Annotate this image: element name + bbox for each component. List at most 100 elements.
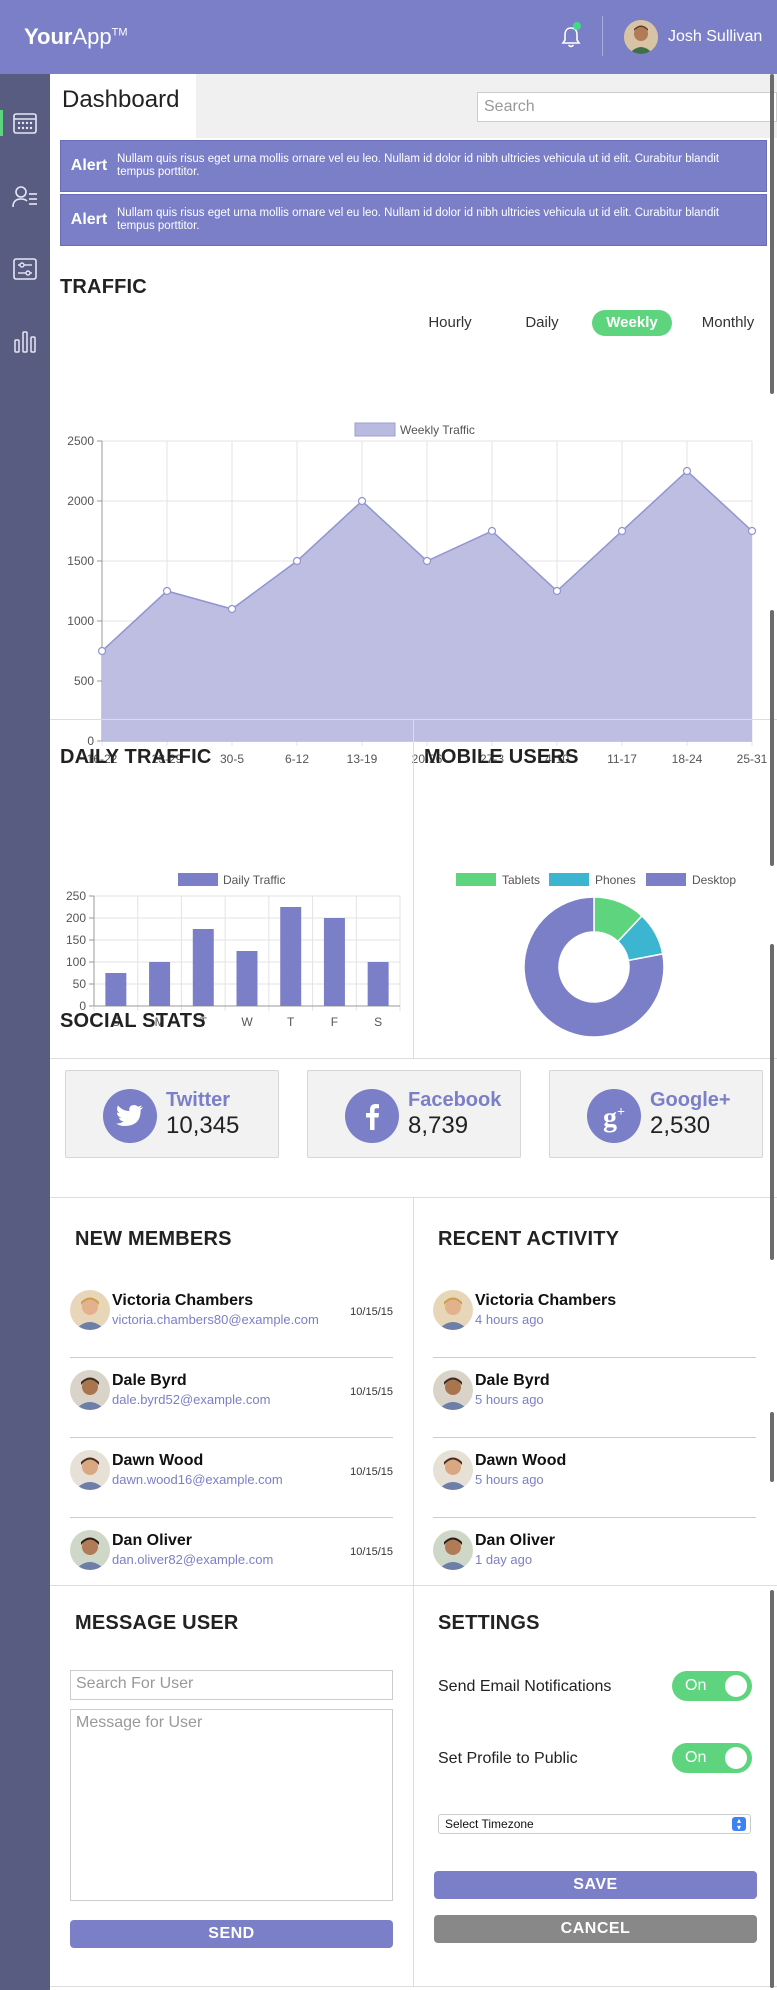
recent-activity-title: RECENT ACTIVITY [438,1228,620,1250]
bar [105,973,127,1006]
row-divider [433,1517,756,1518]
tab-monthly[interactable]: Monthly [690,310,766,336]
social-stats-title: SOCIAL STATS [60,1010,206,1032]
sidebar-item-settings[interactable] [0,244,50,294]
social-name: Google+ [650,1089,731,1111]
member-name: Dan Oliver [475,1532,556,1549]
list-item[interactable]: Dan Oliver dan.oliver82@example.com 10/15/… [70,1520,393,1598]
legend-label: Weekly Traffic [400,423,475,437]
toggle-label: On [685,1749,707,1766]
list-item[interactable]: Dan Oliver 1 day ago [433,1520,756,1598]
weekly-traffic-chart: Weekly Traffic0500100015002000250016-22 2… [67,422,768,764]
scrollbar-thumb[interactable] [770,1412,774,1482]
scrollbar-thumb[interactable] [770,944,774,1260]
new-members-title: NEW MEMBERS [75,1228,232,1250]
sidebar-item-members[interactable] [0,172,50,222]
public-profile-toggle[interactable]: On [672,1743,752,1773]
x-tick-label: 30-5 [220,752,244,764]
email-notifications-label: Send Email Notifications [438,1678,612,1695]
member-name: Dale Byrd [112,1372,187,1389]
bar [149,962,171,1006]
x-tick-label: 18-24 [672,752,703,764]
social-card-google-plus[interactable]: g+ Google+ 2,530 [549,1070,763,1158]
list-item[interactable]: Victoria Chambers victoria.chambers80@exa… [70,1280,393,1358]
twitter-icon [103,1089,157,1143]
social-card-facebook[interactable]: Facebook 8,739 [307,1070,521,1158]
bar [280,907,302,1006]
member-email[interactable]: victoria.chambers80@example.com [112,1312,319,1327]
legend-label: Desktop [692,873,736,887]
data-point [422,556,432,566]
daily-traffic-chart: Daily Traffic050100150200250S M T W T F S [66,873,401,1029]
logo-trademark: TM [111,26,128,39]
member-name: Dawn Wood [112,1452,204,1469]
bar-chart-icon [14,331,36,353]
x-tick-label: S [374,1015,382,1029]
avatar[interactable] [624,20,658,54]
timezone-select[interactable]: Select Timezone ▴ ▾ [438,1814,751,1834]
y-tick-label: 1000 [67,614,94,628]
row-divider [70,1517,393,1518]
page-title: Dashboard [50,74,196,138]
legend-swatch [354,422,396,437]
list-item[interactable]: Dawn Wood dawn.wood16@example.com 10/15/15 [70,1440,393,1518]
logo-bold: Your [24,24,73,49]
section-divider [50,1058,777,1059]
cancel-button[interactable]: CANCEL [434,1915,757,1943]
x-tick-label: W [241,1015,253,1029]
traffic-title: TRAFFIC [60,276,147,298]
y-tick-label: 250 [66,889,86,903]
legend-swatch [549,873,589,886]
scrollbar-thumb[interactable] [770,74,774,394]
data-point [292,556,302,566]
member-email[interactable]: dan.oliver82@example.com [112,1552,273,1567]
member-email[interactable]: dale.byrd52@example.com [112,1392,270,1407]
facebook-icon [345,1089,399,1143]
send-button[interactable]: SEND [70,1920,393,1948]
scrollbar-thumb[interactable] [770,1590,774,1988]
member-date: 10/15/15 [350,1306,393,1318]
data-point [357,496,367,506]
member-email[interactable]: dawn.wood16@example.com [112,1472,283,1487]
user-search-input[interactable]: Search For User [70,1670,393,1700]
list-item[interactable]: Dawn Wood 5 hours ago [433,1440,756,1518]
app-logo[interactable]: YourAppTM [24,24,128,50]
data-point [747,526,757,536]
list-item[interactable]: Dale Byrd dale.byrd52@example.com 10/15/15 [70,1360,393,1438]
settings-sliders-icon [13,258,37,280]
y-tick-label: 50 [73,977,87,991]
social-card-twitter[interactable]: Twitter 10,345 [65,1070,279,1158]
header-divider [602,16,603,56]
legend-label: Phones [595,873,636,887]
avatar [70,1290,110,1330]
data-point [487,526,497,536]
sidebar-item-reports[interactable] [0,316,50,366]
social-name: Facebook [408,1089,502,1111]
tab-weekly[interactable]: Weekly [592,310,672,336]
alert-text: Nullam quis risus eget urna mollis ornar… [117,153,720,178]
avatar [70,1450,110,1490]
sidebar-item-dashboard[interactable] [0,98,50,148]
tab-hourly[interactable]: Hourly [410,310,490,336]
google-plus-icon: g+ [587,1089,641,1143]
bottom-divider [50,1986,777,1987]
scrollbar-thumb[interactable] [770,610,774,866]
search-input[interactable]: Search [477,92,777,122]
y-tick-label: 100 [66,955,86,969]
bar [236,951,258,1006]
data-point [162,586,172,596]
social-count: 10,345 [166,1112,240,1139]
alert-text: Nullam quis risus eget urna mollis ornar… [117,207,720,232]
list-item[interactable]: Victoria Chambers 4 hours ago [433,1280,756,1358]
tab-daily[interactable]: Daily [512,310,572,336]
email-notifications-toggle[interactable]: On [672,1671,752,1701]
save-button[interactable]: SAVE [434,1871,757,1899]
list-item[interactable]: Dale Byrd 5 hours ago [433,1360,756,1438]
message-textarea[interactable]: Message for User [70,1709,393,1901]
x-tick-label: 13-19 [347,752,378,764]
user-name[interactable]: Josh Sullivan [668,28,762,46]
toggle-knob [725,1675,747,1697]
message-user-title: MESSAGE USER [75,1612,239,1634]
alert-label: Alert [70,211,108,228]
toggle-label: On [685,1677,707,1694]
